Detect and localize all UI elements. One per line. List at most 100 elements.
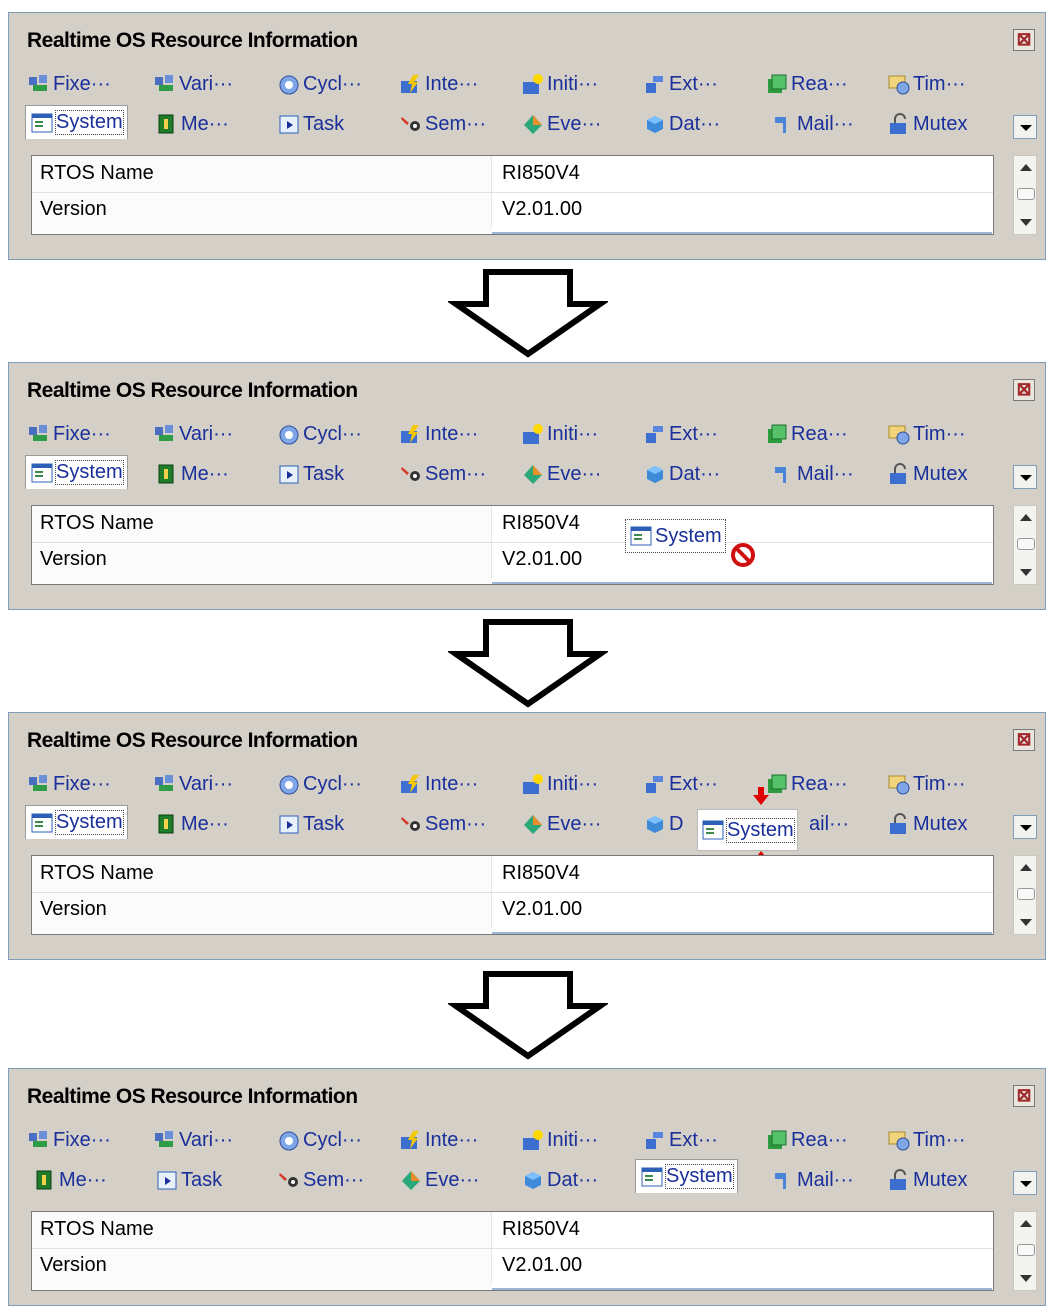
tab-fixed[interactable]: Fixe···: [27, 67, 111, 101]
close-button[interactable]: ⊠: [1013, 1085, 1035, 1107]
tab-list-dropdown-button[interactable]: [1013, 465, 1037, 489]
tab-list-dropdown-button[interactable]: [1013, 815, 1037, 839]
grid-row[interactable]: RTOS Name RI850V4: [32, 156, 993, 193]
tab-memory[interactable]: Me···: [33, 1163, 107, 1197]
tab-system[interactable]: System: [635, 1159, 738, 1193]
grid-row[interactable]: Version V2.01.00: [32, 892, 993, 928]
tab-data[interactable]: Dat···: [643, 107, 720, 141]
grid-row[interactable]: RTOS Name RI850V4: [32, 1212, 993, 1249]
tab-timer[interactable]: Tim···: [887, 67, 966, 101]
grid-row[interactable]: Version V2.01.00: [32, 192, 993, 228]
vertical-scrollbar[interactable]: [1013, 505, 1037, 585]
tab-interrupt[interactable]: Inte···: [399, 767, 478, 801]
scroll-up-icon[interactable]: [1020, 864, 1032, 871]
tab-initial[interactable]: Initi···: [521, 67, 598, 101]
tab-interrupt[interactable]: Inte···: [399, 417, 478, 451]
vertical-scrollbar[interactable]: [1013, 1211, 1037, 1291]
memory-icon: [155, 113, 179, 135]
vertical-scrollbar[interactable]: [1013, 855, 1037, 935]
tab-variable[interactable]: Vari···: [153, 67, 233, 101]
tab-extended[interactable]: Ext···: [643, 1123, 718, 1157]
tab-cyclic[interactable]: Cycl···: [277, 417, 362, 451]
tab-list-dropdown-button[interactable]: [1013, 115, 1037, 139]
tab-semaphore[interactable]: Sem···: [399, 807, 486, 841]
tab-task[interactable]: Task: [277, 107, 344, 141]
tab-task[interactable]: Task: [277, 807, 344, 841]
tab-cyclic[interactable]: Cycl···: [277, 767, 362, 801]
tab-mail[interactable]: ail···: [809, 807, 849, 841]
tab-semaphore[interactable]: Sem···: [277, 1163, 364, 1197]
tab-initial[interactable]: Initi···: [521, 417, 598, 451]
tab-event[interactable]: Eve···: [399, 1163, 479, 1197]
tab-ready[interactable]: Rea···: [765, 67, 848, 101]
tab-task[interactable]: Task: [155, 1163, 222, 1197]
tab-initial[interactable]: Initi···: [521, 1123, 598, 1157]
tab-timer[interactable]: Tim···: [887, 1123, 966, 1157]
tab-extended[interactable]: Ext···: [643, 417, 718, 451]
tab-semaphore[interactable]: Sem···: [399, 107, 486, 141]
tab-event[interactable]: Eve···: [521, 457, 601, 491]
tab-system[interactable]: System: [25, 455, 128, 489]
tab-cyclic[interactable]: Cycl···: [277, 1123, 362, 1157]
tab-variable[interactable]: Vari···: [153, 1123, 233, 1157]
grid-row[interactable]: Version V2.01.00: [32, 542, 993, 578]
vertical-scrollbar[interactable]: [1013, 155, 1037, 235]
tab-data[interactable]: Dat···: [521, 1163, 598, 1197]
scroll-thumb[interactable]: [1017, 188, 1035, 200]
scroll-down-icon[interactable]: [1020, 1275, 1032, 1282]
tab-ready[interactable]: Rea···: [765, 417, 848, 451]
tab-mutex[interactable]: Mutex: [887, 107, 967, 141]
tab-list-dropdown-button[interactable]: [1013, 1171, 1037, 1195]
tab-timer[interactable]: Tim···: [887, 767, 966, 801]
tab-fixed[interactable]: Fixe···: [27, 767, 111, 801]
scroll-up-icon[interactable]: [1020, 514, 1032, 521]
tab-event[interactable]: Eve···: [521, 807, 601, 841]
tab-memory[interactable]: Me···: [155, 457, 229, 491]
tab-timer[interactable]: Tim···: [887, 417, 966, 451]
scroll-down-icon[interactable]: [1020, 919, 1032, 926]
close-button[interactable]: ⊠: [1013, 729, 1035, 751]
tab-mail[interactable]: Mail···: [771, 1163, 854, 1197]
tab-variable[interactable]: Vari···: [153, 417, 233, 451]
grid-row[interactable]: RTOS Name RI850V4: [32, 506, 993, 543]
tab-cyclic[interactable]: Cycl···: [277, 67, 362, 101]
tab-fixed[interactable]: Fixe···: [27, 417, 111, 451]
tab-mail[interactable]: Mail···: [771, 457, 854, 491]
tab-interrupt[interactable]: Inte···: [399, 67, 478, 101]
tab-memory[interactable]: Me···: [155, 807, 229, 841]
scroll-thumb[interactable]: [1017, 888, 1035, 900]
tab-system[interactable]: System: [25, 105, 128, 139]
grid-row[interactable]: RTOS Name RI850V4: [32, 856, 993, 893]
scroll-up-icon[interactable]: [1020, 164, 1032, 171]
tab-ready[interactable]: Rea···: [765, 1123, 848, 1157]
tab-extended[interactable]: Ext···: [643, 767, 718, 801]
tab-event[interactable]: Eve···: [521, 107, 601, 141]
tab-data[interactable]: Dat···: [643, 457, 720, 491]
scroll-thumb[interactable]: [1017, 538, 1035, 550]
tab-task[interactable]: Task: [277, 457, 344, 491]
tab-ready[interactable]: Rea···: [765, 767, 848, 801]
dragged-tab-ghost[interactable]: System: [697, 809, 798, 851]
dragged-tab-ghost[interactable]: System: [625, 519, 726, 553]
tab-initial[interactable]: Initi···: [521, 767, 598, 801]
tab-mutex[interactable]: Mutex: [887, 457, 967, 491]
tab-mutex[interactable]: Mutex: [887, 807, 967, 841]
tab-extended[interactable]: Ext···: [643, 67, 718, 101]
tab-mail[interactable]: Mail···: [771, 107, 854, 141]
scroll-down-icon[interactable]: [1020, 569, 1032, 576]
tab-memory[interactable]: Me···: [155, 107, 229, 141]
tab-variable[interactable]: Vari···: [153, 767, 233, 801]
grid-row[interactable]: Version V2.01.00: [32, 1248, 993, 1284]
tab-data[interactable]: D: [643, 807, 683, 841]
close-button[interactable]: ⊠: [1013, 29, 1035, 51]
tab-semaphore[interactable]: Sem···: [399, 457, 486, 491]
close-button[interactable]: ⊠: [1013, 379, 1035, 401]
scroll-up-icon[interactable]: [1020, 1220, 1032, 1227]
tab-interrupt[interactable]: Inte···: [399, 1123, 478, 1157]
tab-fixed[interactable]: Fixe···: [27, 1123, 111, 1157]
scroll-thumb[interactable]: [1017, 1244, 1035, 1256]
task-icon: [277, 813, 301, 835]
tab-mutex[interactable]: Mutex: [887, 1163, 967, 1197]
scroll-down-icon[interactable]: [1020, 219, 1032, 226]
tab-system[interactable]: System: [25, 805, 128, 839]
